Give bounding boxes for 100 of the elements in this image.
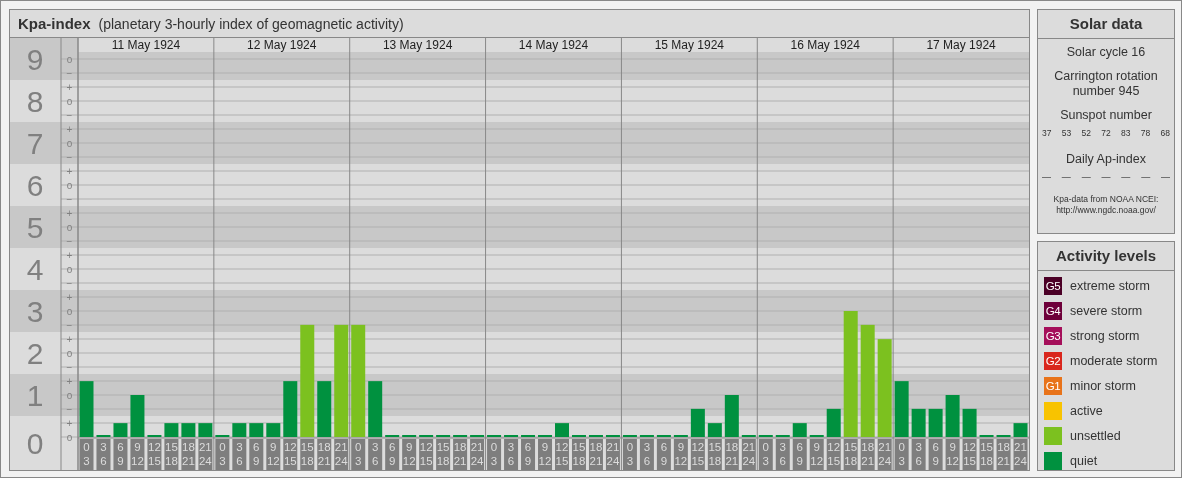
x-tick-label: 9 12 (809, 439, 824, 470)
x-tick-label: 0 3 (758, 439, 773, 470)
y-tick-label: 9 (26, 43, 44, 76)
x-tick-label: 0 3 (215, 439, 230, 470)
x-tick-label: 0 3 (898, 441, 905, 467)
level-label: minor storm (1070, 379, 1136, 393)
source-text: Kpa-data from NOAA NCEI: (1053, 194, 1159, 205)
x-tick-label: 6 9 (932, 441, 939, 467)
level-label: quiet (1070, 454, 1098, 468)
source-link[interactable]: http://www.ngdc.noaa.gov/ (1056, 205, 1156, 215)
minor-tick-label: − (66, 109, 73, 121)
x-tick-label: 3 6 (915, 441, 922, 467)
x-tick-label: 3 6 (96, 439, 111, 470)
minor-tick-label: + (66, 207, 73, 219)
sunspot-value: 72 (1101, 128, 1111, 138)
panel-title: Activity levels (1038, 242, 1174, 271)
x-tick-label: 15 18 (164, 439, 179, 470)
minor-tick-label: + (66, 333, 73, 345)
x-tick-label: 9 12 (673, 439, 688, 470)
minor-tick-label: + (66, 81, 73, 93)
minor-tick-label: − (66, 319, 73, 331)
sunspot-value: 52 (1081, 128, 1091, 138)
x-tick-label: 0 3 (219, 441, 226, 467)
x-tick-label: 12 15 (555, 439, 569, 470)
x-tick-label: 21 24 (605, 439, 620, 470)
x-tick-label: 6 9 (388, 441, 396, 467)
x-tick-label: 15 18 (979, 439, 994, 470)
y-tick-label: 3 (26, 295, 44, 328)
x-tick-label: 0 3 (626, 441, 634, 467)
day-label: 12 May 1924 (247, 38, 317, 52)
x-tick-label: 0 3 (762, 441, 769, 467)
x-tick-label: 0 3 (490, 441, 498, 467)
x-tick-label: 6 9 (249, 439, 264, 470)
x-tick-label: 6 9 (796, 441, 803, 467)
level-swatch: G1 (1044, 377, 1062, 395)
ap-index-value: — (1061, 172, 1071, 182)
sunspot-value: 83 (1121, 128, 1131, 138)
x-tick-label: 18 21 (181, 439, 196, 470)
x-tick-label: 18 21 (453, 439, 468, 470)
y-tick-label: 0 (26, 427, 44, 460)
sunspot-value: 68 (1160, 128, 1170, 138)
minor-tick-label: + (66, 165, 73, 177)
x-tick-label: 3 6 (504, 439, 519, 470)
minor-tick-label: o (66, 221, 73, 233)
y-tick-label: 2 (26, 337, 44, 370)
x-tick-label: 6 9 (521, 439, 536, 470)
level-label: unsettled (1070, 429, 1121, 443)
x-tick-label: 12 15 (283, 439, 298, 470)
level-swatch: G3 (1044, 327, 1062, 345)
x-tick-label: 3 6 (371, 441, 379, 467)
x-tick-label: 0 3 (79, 439, 94, 470)
x-tick-label: 21 24 (741, 439, 756, 470)
ap-index-value: — (1101, 172, 1111, 182)
x-tick-label: 18 21 (588, 439, 603, 470)
x-tick-label: 21 24 (198, 439, 213, 470)
x-tick-label: 12 15 (962, 439, 977, 470)
level-label: severe storm (1070, 304, 1143, 318)
day-label: 17 May 1924 (926, 38, 996, 52)
y-tick-label: 1 (26, 379, 44, 412)
minor-tick-label: o (66, 137, 73, 149)
y-tick-label: 6 (26, 169, 44, 202)
x-tick-label: 3 6 (236, 441, 243, 467)
x-tick-label: 3 6 (232, 439, 247, 470)
x-tick-label: 15 18 (300, 439, 315, 470)
level-label: active (1070, 404, 1103, 418)
x-tick-label: 6 9 (253, 441, 260, 467)
x-tick-label: 3 6 (639, 439, 654, 470)
carrington-text: Carrington rotation number 945 (1053, 69, 1159, 99)
level-swatch: G2 (1044, 352, 1062, 370)
x-tick-label: 9 12 (130, 439, 145, 470)
sunspot-value: 37 (1042, 128, 1052, 138)
x-tick-label: 3 6 (911, 439, 926, 470)
panel-subtitle: (planetary 3-hourly index of geomagnetic activity) (98, 15, 404, 32)
x-tick-label: 21 24 (1013, 439, 1028, 470)
x-tick-label: 18 21 (317, 439, 332, 470)
x-tick-label: 0 3 (355, 441, 362, 467)
x-tick-label: 6 9 (660, 441, 668, 467)
x-tick-label: 21 24 (470, 439, 485, 470)
ap-index-value: — (1042, 172, 1051, 182)
x-tick-label: 6 9 (656, 439, 671, 470)
x-tick-label: 0 3 (351, 439, 366, 470)
x-tick-label: 18 21 (724, 439, 739, 470)
x-tick-label: 6 9 (792, 439, 807, 470)
minor-tick-label: o (66, 95, 73, 107)
y-tick-label: 5 (26, 211, 44, 244)
day-label: 13 May 1924 (382, 38, 453, 52)
minor-tick-label: + (66, 123, 73, 135)
x-tick-label: 9 12 (402, 439, 417, 470)
minor-tick-label: + (66, 291, 73, 303)
x-tick-label: 9 12 (945, 439, 960, 470)
x-tick-label: 0 3 (894, 439, 909, 470)
x-tick-label: 0 3 (622, 439, 637, 470)
ap-index-heading: Daily Ap-index (1065, 152, 1147, 167)
minor-tick-label: − (66, 361, 73, 373)
x-tick-label: 3 6 (507, 441, 515, 467)
x-tick-label: 0 3 (83, 441, 90, 467)
level-swatch: G5 (1044, 277, 1062, 295)
minor-tick-label: o (66, 179, 73, 191)
minor-tick-label: + (66, 249, 73, 261)
level-label: strong storm (1070, 329, 1140, 343)
